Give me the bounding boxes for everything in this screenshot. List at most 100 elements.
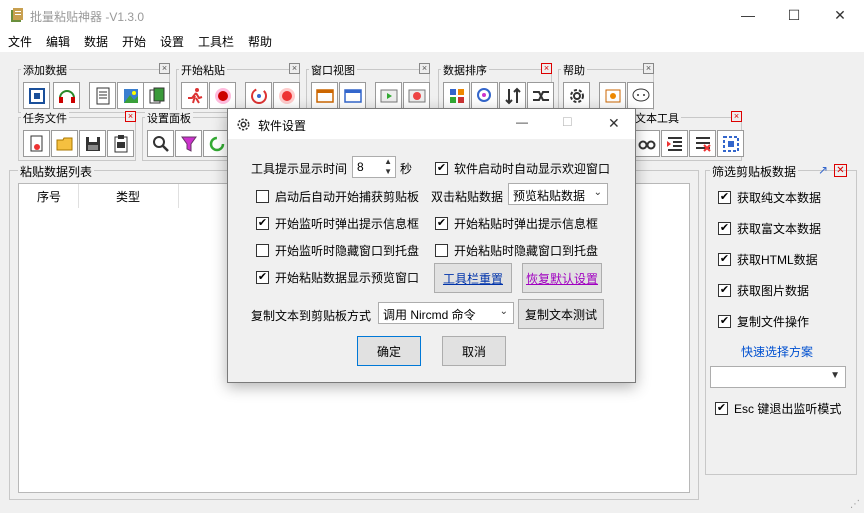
copy-text-test-button[interactable]: 复制文本测试 bbox=[518, 299, 604, 329]
column-header-type[interactable]: 类型 bbox=[79, 184, 179, 208]
toolbar-reset-button[interactable]: 工具栏重置 bbox=[434, 263, 512, 293]
menu-edit[interactable]: 编辑 bbox=[46, 33, 70, 50]
column-header-index[interactable]: 序号 bbox=[19, 184, 79, 208]
run-paste-button[interactable] bbox=[181, 82, 208, 109]
preview-window-option[interactable]: ✔ 开始粘贴数据显示预览窗口 bbox=[256, 269, 419, 286]
dblclick-select[interactable]: 预览粘贴数据 ⌄ bbox=[508, 183, 608, 205]
stop-icon bbox=[214, 87, 231, 104]
checkbox[interactable]: ✔ bbox=[715, 402, 728, 415]
quick-select-scheme-link[interactable]: 快速选择方案 bbox=[741, 343, 813, 360]
startup-welcome-option[interactable]: ✔ 软件启动时自动显示欢迎窗口 bbox=[435, 160, 610, 177]
text-tool-button-1[interactable] bbox=[633, 130, 660, 157]
toolbar-close-icon[interactable]: × bbox=[125, 111, 136, 122]
capture-clipboard-button[interactable] bbox=[23, 82, 50, 109]
dialog-maximize-button[interactable]: ☐ bbox=[562, 115, 573, 129]
dialog-minimize-button[interactable]: — bbox=[516, 115, 528, 129]
swap-icon bbox=[504, 87, 521, 104]
settings-filter-button[interactable] bbox=[175, 130, 202, 157]
auto-capture-option[interactable]: 启动后自动开始捕获剪贴板 bbox=[256, 188, 419, 205]
sort-button-4[interactable] bbox=[527, 82, 554, 109]
help-settings-button[interactable] bbox=[563, 82, 590, 109]
settings-refresh-button[interactable] bbox=[203, 130, 230, 157]
toolbar-close-icon[interactable]: × bbox=[731, 111, 742, 122]
copy-method-select[interactable]: 调用 Nircmd 命令 ⌄ bbox=[378, 302, 514, 324]
help-about-button[interactable] bbox=[599, 82, 626, 109]
sort-button-3[interactable] bbox=[499, 82, 526, 109]
window-view-button-1[interactable] bbox=[311, 82, 338, 109]
save-task-button[interactable] bbox=[79, 130, 106, 157]
save-as-task-button[interactable] bbox=[107, 130, 134, 157]
pause-paste-button[interactable] bbox=[273, 82, 300, 109]
loop-paste-button[interactable] bbox=[245, 82, 272, 109]
toolbar-close-icon[interactable]: × bbox=[541, 63, 552, 74]
esc-exit-option[interactable]: ✔ Esc 键退出监听模式 bbox=[715, 400, 841, 417]
text-tool-button-3[interactable] bbox=[689, 130, 716, 157]
add-text-button[interactable] bbox=[89, 82, 116, 109]
option-html[interactable]: ✔ 获取HTML数据 bbox=[718, 251, 818, 268]
restore-default-button[interactable]: 恢复默认设置 bbox=[522, 263, 602, 293]
monitor-tray-option[interactable]: 开始监听时隐藏窗口到托盘 bbox=[256, 242, 419, 259]
checkbox[interactable]: ✔ bbox=[718, 284, 731, 297]
chevron-down-icon: ▼ bbox=[830, 370, 840, 381]
menu-start[interactable]: 开始 bbox=[122, 33, 146, 50]
dialog-close-button[interactable]: ✕ bbox=[608, 115, 620, 132]
help-feedback-button[interactable] bbox=[627, 82, 654, 109]
checkbox[interactable] bbox=[435, 244, 448, 257]
sort-button-1[interactable] bbox=[443, 82, 470, 109]
monitor-popup-option[interactable]: ✔ 开始监听时弹出提示信息框 bbox=[256, 215, 419, 232]
text-tool-button-4[interactable] bbox=[717, 130, 744, 157]
checkbox[interactable]: ✔ bbox=[256, 217, 269, 230]
menu-data[interactable]: 数据 bbox=[84, 33, 108, 50]
stop-paste-button[interactable] bbox=[209, 82, 236, 109]
checkbox[interactable]: ✔ bbox=[435, 217, 448, 230]
open-task-button[interactable] bbox=[51, 130, 78, 157]
option-image[interactable]: ✔ 获取图片数据 bbox=[718, 282, 809, 299]
window-view-button-3[interactable] bbox=[375, 82, 402, 109]
paste-popup-option[interactable]: ✔ 开始粘贴时弹出提示信息框 bbox=[435, 215, 598, 232]
toolbar-close-icon[interactable]: × bbox=[419, 63, 430, 74]
menu-settings[interactable]: 设置 bbox=[160, 33, 184, 50]
checkbox[interactable]: ✔ bbox=[718, 222, 731, 235]
pin-icon[interactable]: ↗ bbox=[818, 164, 831, 177]
remove-lines-icon bbox=[695, 136, 711, 152]
option-copy-file[interactable]: ✔ 复制文件操作 bbox=[718, 313, 809, 330]
menu-help[interactable]: 帮助 bbox=[248, 33, 272, 50]
menu-file[interactable]: 文件 bbox=[8, 33, 32, 50]
settings-search-button[interactable] bbox=[147, 130, 174, 157]
checkbox[interactable] bbox=[256, 244, 269, 257]
checkbox[interactable]: ✔ bbox=[435, 162, 448, 175]
new-task-button[interactable] bbox=[23, 130, 50, 157]
paste-tray-option[interactable]: 开始粘贴时隐藏窗口到托盘 bbox=[435, 242, 598, 259]
tooltip-time-spinner[interactable]: 8 ▲ ▼ bbox=[352, 156, 396, 178]
search-sort-icon bbox=[476, 87, 491, 102]
option-plain-text[interactable]: ✔ 获取纯文本数据 bbox=[718, 189, 821, 206]
text-tool-button-2[interactable] bbox=[661, 130, 688, 157]
resize-grip-icon[interactable]: ⋰ bbox=[850, 499, 860, 510]
checkbox[interactable]: ✔ bbox=[256, 271, 269, 284]
scheme-select[interactable]: ▼ bbox=[710, 366, 846, 388]
listen-button[interactable] bbox=[53, 82, 80, 109]
checkbox[interactable]: ✔ bbox=[718, 253, 731, 266]
checkbox[interactable]: ✔ bbox=[718, 315, 731, 328]
sort-button-2[interactable] bbox=[471, 82, 498, 109]
add-image-button[interactable] bbox=[117, 82, 144, 109]
close-button[interactable]: ✕ bbox=[817, 0, 863, 30]
toolbar-close-icon[interactable]: × bbox=[159, 63, 170, 74]
ok-button[interactable]: 确定 bbox=[357, 336, 421, 366]
option-rich-text[interactable]: ✔ 获取富文本数据 bbox=[718, 220, 821, 237]
toolbar-close-icon[interactable]: × bbox=[643, 63, 654, 74]
maximize-button[interactable]: ☐ bbox=[771, 0, 817, 30]
spinner-arrows-icon[interactable]: ▲ ▼ bbox=[384, 157, 392, 177]
menu-toolbar[interactable]: 工具栏 bbox=[198, 33, 234, 50]
toolbar-data-sort: 数据排序 × bbox=[438, 62, 554, 113]
checkbox[interactable]: ✔ bbox=[718, 191, 731, 204]
toolbar-close-icon[interactable]: × bbox=[289, 63, 300, 74]
window-view-button-4[interactable] bbox=[403, 82, 430, 109]
checkbox[interactable] bbox=[256, 190, 269, 203]
close-icon[interactable]: ✕ bbox=[834, 164, 847, 177]
window-view-button-2[interactable] bbox=[339, 82, 366, 109]
add-file-button[interactable] bbox=[143, 82, 170, 109]
cancel-button[interactable]: 取消 bbox=[442, 336, 506, 366]
minimize-button[interactable]: — bbox=[725, 0, 771, 30]
tooltip-time-unit: 秒 bbox=[400, 162, 413, 176]
